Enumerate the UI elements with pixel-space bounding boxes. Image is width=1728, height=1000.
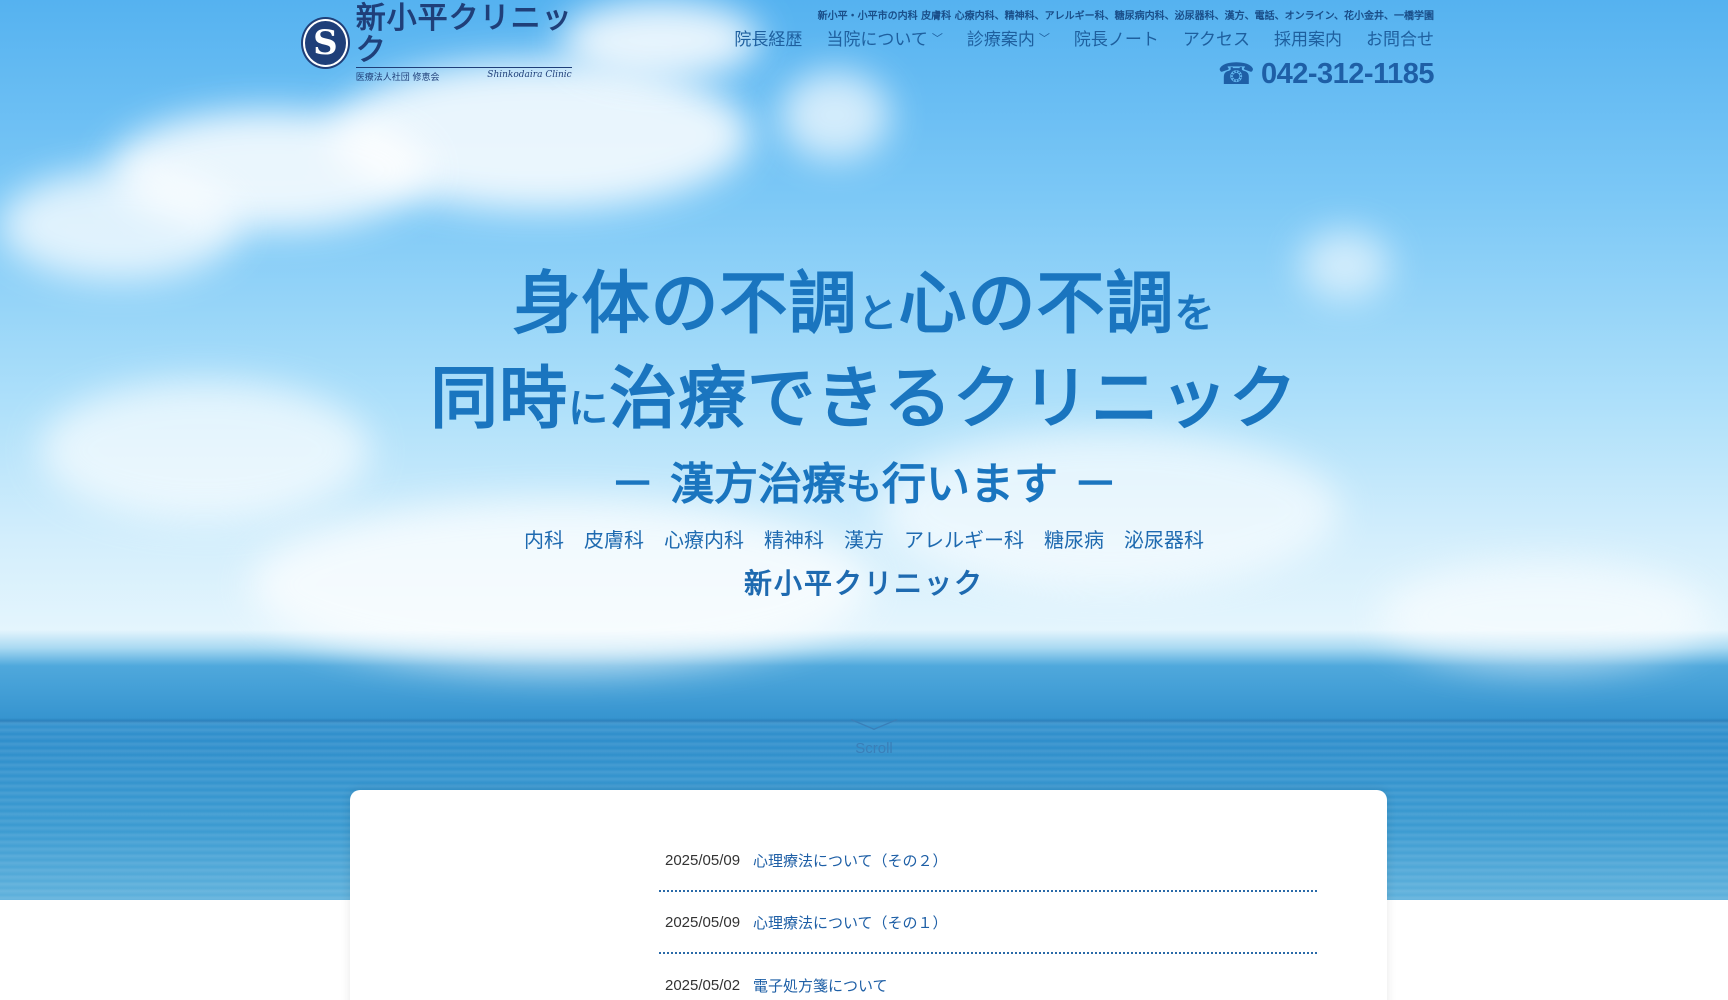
nav-item-director-profile[interactable]: 院長経歴 — [734, 25, 802, 50]
main-nav: 院長経歴 当院について ﹀ 診療案内 ﹀ 院長ノート アクセス 採用案内 お問合せ — [710, 25, 1434, 50]
news-title-link[interactable]: 心理療法について（その２） — [753, 850, 948, 871]
department-item: 漢方 — [844, 528, 884, 552]
nav-item-access[interactable]: アクセス — [1183, 25, 1250, 50]
logo-name: 新小平クリニック — [355, 1, 573, 68]
news-date: 2025/05/09 — [665, 913, 741, 931]
chevron-down-icon: ﹀ — [931, 31, 943, 45]
department-item: 心療内科 — [664, 528, 744, 552]
headline-text: 行います － — [882, 459, 1118, 510]
headline-particle: と — [857, 291, 899, 337]
nav-item-services[interactable]: 診療案内 ﹀ — [967, 25, 1050, 50]
department-item: アレルギー科 — [904, 528, 1024, 552]
headline-text: 身体の不調 — [512, 265, 858, 344]
chevron-down-icon — [850, 710, 898, 730]
news-title-link[interactable]: 電子処方箋について — [753, 975, 888, 996]
department-item: 泌尿器科 — [1124, 528, 1204, 552]
nav-item-recruit[interactable]: 採用案内 — [1274, 25, 1342, 50]
logo-sub: 医療法人社団 修恵会 Shinkodaira Clinic — [355, 67, 572, 83]
nav-item-label: 診療案内 — [966, 30, 1035, 50]
headline-text: 治療できるクリニック — [609, 360, 1298, 439]
chevron-down-icon: ﹀ — [1038, 31, 1050, 45]
department-list: 内科 皮膚科 心療内科 精神科 漢方 アレルギー科 糖尿病 泌尿器科 — [0, 524, 1728, 553]
department-item: 皮膚科 — [584, 528, 644, 552]
nav-item-label: 採用案内 — [1274, 30, 1342, 50]
hero-clinic-name: 新小平クリニック — [743, 567, 984, 600]
headline-line-2: 同時に治療できるクリニック — [0, 357, 1728, 452]
news-date: 2025/05/02 — [665, 976, 741, 994]
headline-text: 心の不調 — [898, 265, 1175, 344]
logo-text: 新小平クリニック 医療法人社団 修恵会 Shinkodaira Clinic — [355, 1, 585, 83]
headline-particle: を — [1174, 291, 1216, 337]
headline-particle: に — [568, 386, 610, 432]
department-item: 内科 — [524, 528, 564, 552]
nav-item-label: アクセス — [1182, 30, 1250, 50]
phone-number: 042-312-1185 — [1261, 58, 1435, 90]
phone-icon: ☎ — [1217, 56, 1255, 92]
news-item[interactable]: 2025/05/02 電子処方箋について — [659, 954, 1317, 1000]
logo-sub-ja: 医療法人社団 修恵会 — [355, 73, 440, 83]
logo-sub-en: Shinkodaira Clinic — [487, 70, 572, 80]
headline-text: － 漢方治療 — [610, 459, 846, 510]
nav-item-label: 院長経歴 — [734, 30, 803, 50]
department-item: 糖尿病 — [1044, 528, 1104, 552]
department-item: 精神科 — [764, 528, 824, 552]
nav-item-about[interactable]: 当院について ﹀ — [826, 25, 943, 50]
nav-item-contact[interactable]: お問合せ — [1366, 25, 1434, 50]
news-item[interactable]: 2025/05/09 心理療法について（その１） — [659, 892, 1317, 954]
headline-line-1: 身体の不調と心の不調を — [0, 262, 1728, 357]
clinic-logo[interactable]: S 新小平クリニック 医療法人社団 修恵会 Shinkodaira Clinic — [303, 3, 585, 83]
nav-item-label: 院長ノート — [1073, 30, 1159, 50]
scroll-label: Scroll — [855, 740, 893, 757]
cloud — [780, 70, 890, 160]
header-tagline: 新小平・小平市の内科 皮膚科 心療内科、精神科、アレルギー科、糖尿病内科、泌尿器… — [817, 11, 1434, 22]
hero-headline: 身体の不調と心の不調を 同時に治療できるクリニック － 漢方治療も行います － — [0, 262, 1728, 521]
scroll-indicator[interactable]: Scroll — [834, 706, 914, 757]
news-date: 2025/05/09 — [665, 851, 741, 869]
news-list: 2025/05/09 心理療法について（その２） 2025/05/09 心理療法… — [659, 830, 1317, 1000]
nav-item-label: お問合せ — [1366, 30, 1434, 50]
headline-line-3: － 漢方治療も行います － — [0, 452, 1728, 521]
phone-link[interactable]: ☎ 042-312-1185 — [1217, 56, 1435, 92]
logo-mark-icon: S — [303, 19, 348, 67]
headline-particle: も — [845, 467, 882, 508]
nav-item-director-notes[interactable]: 院長ノート — [1074, 25, 1159, 50]
news-item[interactable]: 2025/05/09 心理療法について（その２） — [659, 830, 1317, 892]
news-title-link[interactable]: 心理療法について（その１） — [753, 912, 948, 933]
news-card: 2025/05/09 心理療法について（その２） 2025/05/09 心理療法… — [350, 790, 1387, 1000]
nav-item-label: 当院について — [826, 30, 928, 50]
headline-text: 同時 — [430, 360, 569, 439]
